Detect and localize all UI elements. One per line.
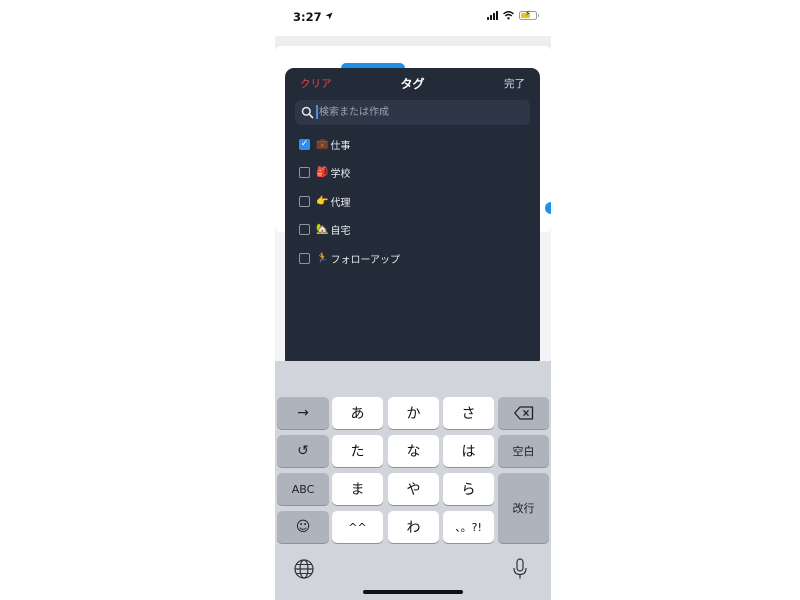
- tag-label: 代理: [330, 197, 351, 209]
- text-cursor: [316, 105, 318, 119]
- tag-item[interactable]: ✓ 💼 仕事: [285, 130, 540, 159]
- location-arrow-icon: [325, 12, 333, 20]
- battery-icon: ⚡: [519, 9, 539, 20]
- kana-key-sa[interactable]: さ: [443, 397, 494, 429]
- microphone-icon[interactable]: [512, 558, 528, 580]
- abc-key[interactable]: ABC: [277, 473, 329, 505]
- japanese-keyboard: → ↺ ABC ☺ あ か さ た な は ま や ら ^^ わ 、。?! 空白…: [275, 361, 551, 600]
- kana-key-ya[interactable]: や: [388, 473, 439, 505]
- globe-icon[interactable]: [293, 558, 315, 580]
- tag-emoji-icon: 🏡: [316, 224, 329, 236]
- kana-key-ma[interactable]: ま: [332, 473, 383, 505]
- search-input[interactable]: [319, 100, 524, 125]
- undo-key[interactable]: ↺: [277, 435, 329, 467]
- tag-checkbox[interactable]: [299, 252, 310, 264]
- tag-label: 学校: [330, 169, 351, 181]
- tag-label: フォローアップ: [330, 254, 401, 266]
- tag-label: 自宅: [330, 226, 351, 238]
- tag-item[interactable]: 👉 代理: [285, 187, 540, 216]
- dakuten-key[interactable]: ^^: [332, 511, 383, 543]
- punctuation-key[interactable]: 、。?!: [443, 511, 494, 543]
- search-icon: [301, 106, 314, 119]
- kana-key-na[interactable]: な: [388, 435, 439, 467]
- return-key[interactable]: 改行: [498, 473, 549, 543]
- cellular-signal-icon: [487, 11, 498, 20]
- tag-list: ✓ 💼 仕事 🎒 学校 👉 代理 🏡 自宅 🏃 フォローアップ: [285, 130, 540, 273]
- tag-checkbox[interactable]: [299, 195, 310, 207]
- kana-key-ha[interactable]: は: [443, 435, 494, 467]
- backspace-icon: [513, 406, 533, 420]
- tag-item[interactable]: 🏡 自宅: [285, 216, 540, 245]
- tag-checkbox[interactable]: [299, 224, 310, 236]
- tag-checkbox[interactable]: ✓: [299, 138, 310, 150]
- tag-label: 仕事: [330, 140, 351, 152]
- background-action-dot: [545, 202, 551, 214]
- space-key[interactable]: 空白: [498, 435, 549, 467]
- tag-item[interactable]: 🎒 学校: [285, 159, 540, 188]
- status-icons: ⚡: [487, 9, 539, 20]
- kana-key-ka[interactable]: か: [388, 397, 439, 429]
- home-indicator: [363, 590, 463, 594]
- status-bar: 3:27 ⚡: [275, 0, 551, 36]
- tag-emoji-icon: 🎒: [316, 167, 329, 179]
- search-box[interactable]: [295, 100, 530, 125]
- kana-key-a[interactable]: あ: [332, 397, 383, 429]
- phone-screen: 3:27 ⚡ クリア タグ 完了 検索または作成 ✓ 💼 仕事 🎒 学校 👉 代…: [275, 0, 551, 600]
- sheet-title: タグ: [400, 77, 425, 91]
- kana-key-wa[interactable]: わ: [388, 511, 439, 543]
- wifi-icon: [503, 11, 514, 20]
- backspace-key[interactable]: [498, 397, 549, 429]
- kana-key-ra[interactable]: ら: [443, 473, 494, 505]
- kana-key-ta[interactable]: た: [332, 435, 383, 467]
- sheet-header: クリア タグ 完了: [285, 68, 540, 96]
- tag-emoji-icon: 👉: [316, 195, 329, 207]
- tag-sheet: クリア タグ 完了 ✓💼仕事🎒学校👉代理🏡自宅🏃フォローアップ: [285, 68, 540, 368]
- tag-emoji-icon: 🏃: [316, 252, 329, 264]
- tag-checkbox[interactable]: [299, 167, 310, 179]
- tag-item[interactable]: 🏃 フォローアップ: [285, 244, 540, 273]
- status-time: 3:27: [293, 10, 322, 24]
- tag-emoji-icon: 💼: [316, 138, 329, 150]
- done-button[interactable]: 完了: [504, 76, 525, 91]
- next-candidate-key[interactable]: →: [277, 397, 329, 429]
- emoji-key[interactable]: ☺: [277, 511, 329, 543]
